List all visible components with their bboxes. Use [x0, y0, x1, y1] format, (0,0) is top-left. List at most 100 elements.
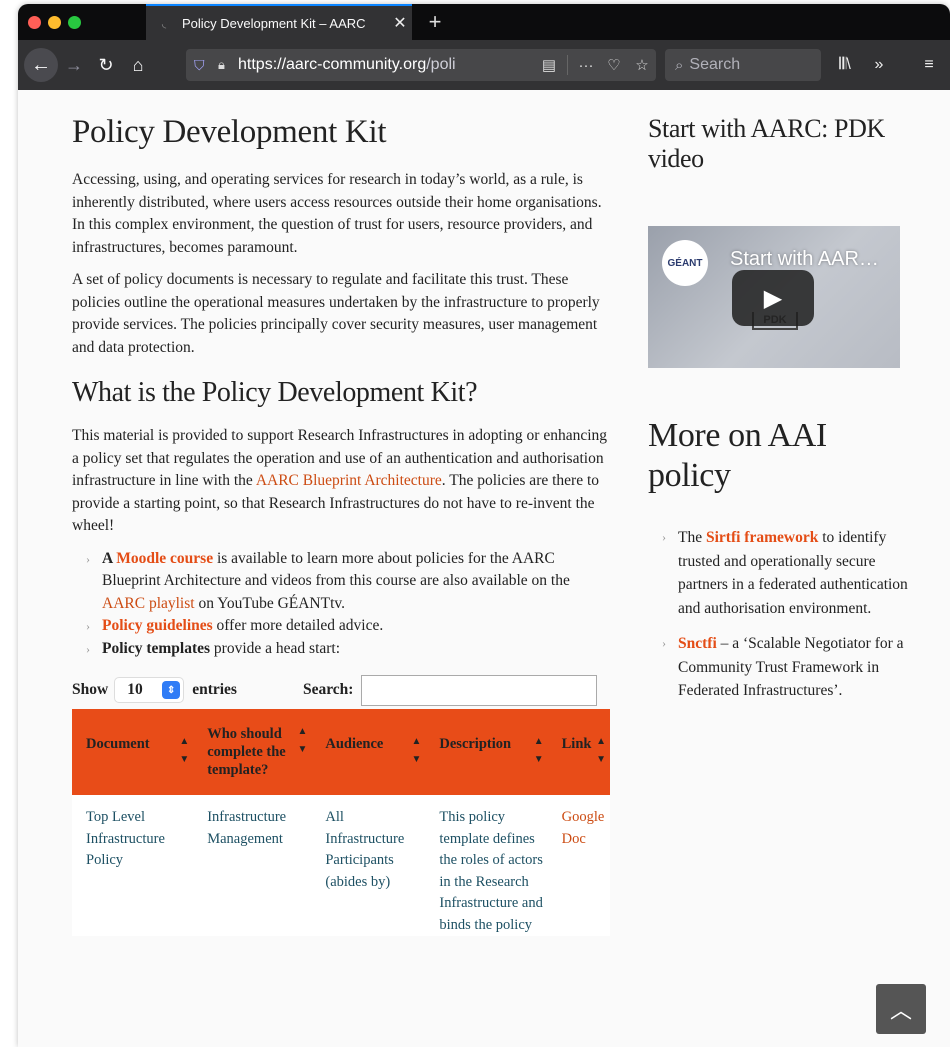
sort-icon: ▲ ▼ [179, 736, 190, 765]
cell-link: Google Doc [547, 795, 610, 936]
geant-logo: GÉANT [662, 240, 708, 286]
chevron-right-icon: › [86, 641, 90, 656]
aai-policy-list: › The Sirtfi framework to identify trust… [662, 526, 908, 703]
reload-icon[interactable]: ↻ [90, 49, 122, 81]
search-icon: ⌕ [675, 56, 684, 74]
bullet-bold-text: Policy templates [102, 639, 211, 657]
pocket-icon[interactable]: ♡ [600, 56, 628, 74]
page-actions-icon[interactable]: ··· [572, 57, 600, 74]
browser-window: ◟ Policy Development Kit – AARC ✕ + ← → … [18, 4, 950, 1047]
sort-icon: ▲ ▼ [596, 736, 606, 765]
reader-view-icon[interactable]: ▤ [535, 56, 563, 74]
browser-search-box[interactable]: ⌕ Search [665, 49, 821, 81]
moodle-course-link[interactable]: Moodle course [116, 550, 213, 567]
header-label: Document [86, 736, 150, 752]
policy-templates-table: ▲ ▼ Document ▲ ▼ Who should complete the tem… [72, 709, 610, 936]
bookmark-star-icon[interactable]: ☆ [628, 56, 656, 74]
section-paragraph: This material is provided to support Res… [72, 425, 614, 538]
google-doc-link[interactable]: Google Doc [562, 809, 605, 847]
sort-icon: ▲ ▼ [411, 736, 422, 765]
header-label: Link [561, 736, 592, 752]
chevron-right-icon: › [662, 636, 666, 650]
bullet-text: on YouTube GÉANTtv. [194, 594, 346, 612]
column-header-audience[interactable]: ▲ ▼ Audience [311, 709, 426, 795]
page-content: Policy Development Kit Accessing, using,… [18, 90, 950, 1047]
cell-description: This policy template defines the roles o… [425, 795, 548, 936]
list-item: › Policy guidelines offer more detailed … [86, 615, 614, 638]
aarc-playlist-link[interactable]: AARC playlist [102, 595, 195, 612]
column-header-document[interactable]: ▲ ▼ Document [72, 709, 194, 795]
chevron-up-icon: ︿ [889, 999, 912, 1024]
aarc-blueprint-link[interactable]: AARC Blueprint Architecture [256, 472, 442, 489]
column-header-link[interactable]: ▲ ▼ Link [547, 709, 610, 795]
entries-label: entries [192, 681, 237, 698]
chevron-right-icon: › [662, 530, 666, 544]
library-icon[interactable]: 𝄃𝄃\ [830, 49, 860, 81]
url-separator [567, 55, 568, 75]
column-header-who[interactable]: ▲ ▼ Who should complete the template? [193, 709, 312, 795]
minimize-window-button[interactable] [48, 16, 61, 29]
list-item: › A Moodle course is available to learn … [86, 548, 614, 616]
tab-bar: ◟ Policy Development Kit – AARC ✕ + [18, 4, 950, 40]
tab-title: Policy Development Kit – AARC [182, 15, 366, 31]
table-search-label: Search: [302, 681, 354, 698]
navigation-bar: ← → ↻ ⌂ ⛉ 🔒︎ https://aarc-community.org/… [18, 40, 950, 90]
sirtfi-framework-link[interactable]: Sirtfi framework [706, 529, 818, 546]
cell-document: Top Level Infrastructure Policy [72, 795, 194, 936]
sort-icon: ▲ ▼ [533, 736, 544, 765]
main-column: Policy Development Kit Accessing, using,… [72, 114, 614, 936]
play-icon[interactable]: ▶ [732, 270, 814, 326]
header-label: Description [439, 736, 512, 752]
table-header-row: ▲ ▼ Document ▲ ▼ Who should complete the tem… [72, 709, 610, 795]
video-embed[interactable]: GÉANT Start with AAR… PDK ▶ [648, 226, 900, 368]
column-header-description[interactable]: ▲ ▼ Description [425, 709, 548, 795]
hamburger-menu-icon[interactable]: ≡ [914, 49, 944, 81]
sort-icon: ▲ ▼ [297, 726, 308, 755]
tracking-shield-icon[interactable]: ⛉ [194, 57, 214, 74]
page-title: Policy Development Kit [72, 114, 387, 150]
tab-active[interactable]: ◟ Policy Development Kit – AARC ✕ [146, 4, 412, 40]
sidebar: Start with AARC: PDK video GÉANT Start w… [648, 114, 908, 715]
new-tab-icon[interactable]: + [422, 9, 448, 35]
back-icon[interactable]: ← [24, 48, 58, 82]
entries-select[interactable]: 10 ⇕ [114, 677, 185, 703]
close-tab-icon[interactable]: ✕ [388, 13, 412, 33]
policy-guidelines-link[interactable]: Policy guidelines [102, 617, 213, 634]
lock-icon[interactable]: 🔒︎ [218, 57, 238, 73]
entries-value: 10 [127, 681, 143, 698]
url-path: /poli [426, 56, 456, 73]
forward-icon[interactable]: → [58, 49, 90, 81]
table-row: Top Level Infrastructure Policy Infrastr… [72, 795, 610, 936]
url-bar[interactable]: ⛉ 🔒︎ https://aarc-community.org/poli ▤ ·… [186, 49, 656, 81]
cell-who: Infrastructure Management [193, 795, 312, 936]
item-text: The [678, 529, 706, 546]
cell-audience: All Infrastructure Participants (abides … [311, 795, 426, 936]
zoom-window-button[interactable] [68, 16, 81, 29]
list-item: › Snctfi – a ‘Scalable Negotiator for a … [662, 632, 908, 703]
show-label: Show [72, 681, 109, 698]
video-heading: Start with AARC: PDK video [648, 114, 885, 173]
video-title[interactable]: Start with AAR… [730, 248, 879, 271]
close-window-button[interactable] [28, 16, 41, 29]
loading-icon: ◟ [161, 17, 167, 30]
chevron-right-icon: › [86, 619, 90, 633]
url-domain: https://aarc-community.org [238, 56, 427, 73]
url-text[interactable]: https://aarc-community.org/poli [238, 56, 535, 74]
overflow-menu-icon[interactable]: » [864, 49, 894, 81]
table-search-input[interactable] [361, 674, 598, 706]
list-item: › Policy templates provide a head start: [86, 638, 614, 661]
search-placeholder: Search [689, 56, 741, 73]
intro-paragraph-1: Accessing, using, and operating services… [72, 171, 602, 256]
back-to-top-button[interactable]: ︿ [876, 984, 926, 1034]
chevron-right-icon: › [86, 551, 90, 566]
more-heading: More on AAI policy [648, 417, 827, 494]
resource-list: › A Moodle course is available to learn … [86, 548, 614, 661]
section-title: What is the Policy Development Kit? [72, 377, 478, 408]
select-arrows-icon: ⇕ [162, 681, 181, 699]
home-icon[interactable]: ⌂ [122, 49, 154, 81]
header-label: Who should complete the template? [207, 726, 286, 778]
header-label: Audience [325, 736, 384, 752]
table-controls: Show 10 ⇕ entries Search: [72, 674, 614, 706]
list-item: › The Sirtfi framework to identify trust… [662, 526, 908, 620]
snctfi-link[interactable]: Snctfi [678, 635, 717, 652]
